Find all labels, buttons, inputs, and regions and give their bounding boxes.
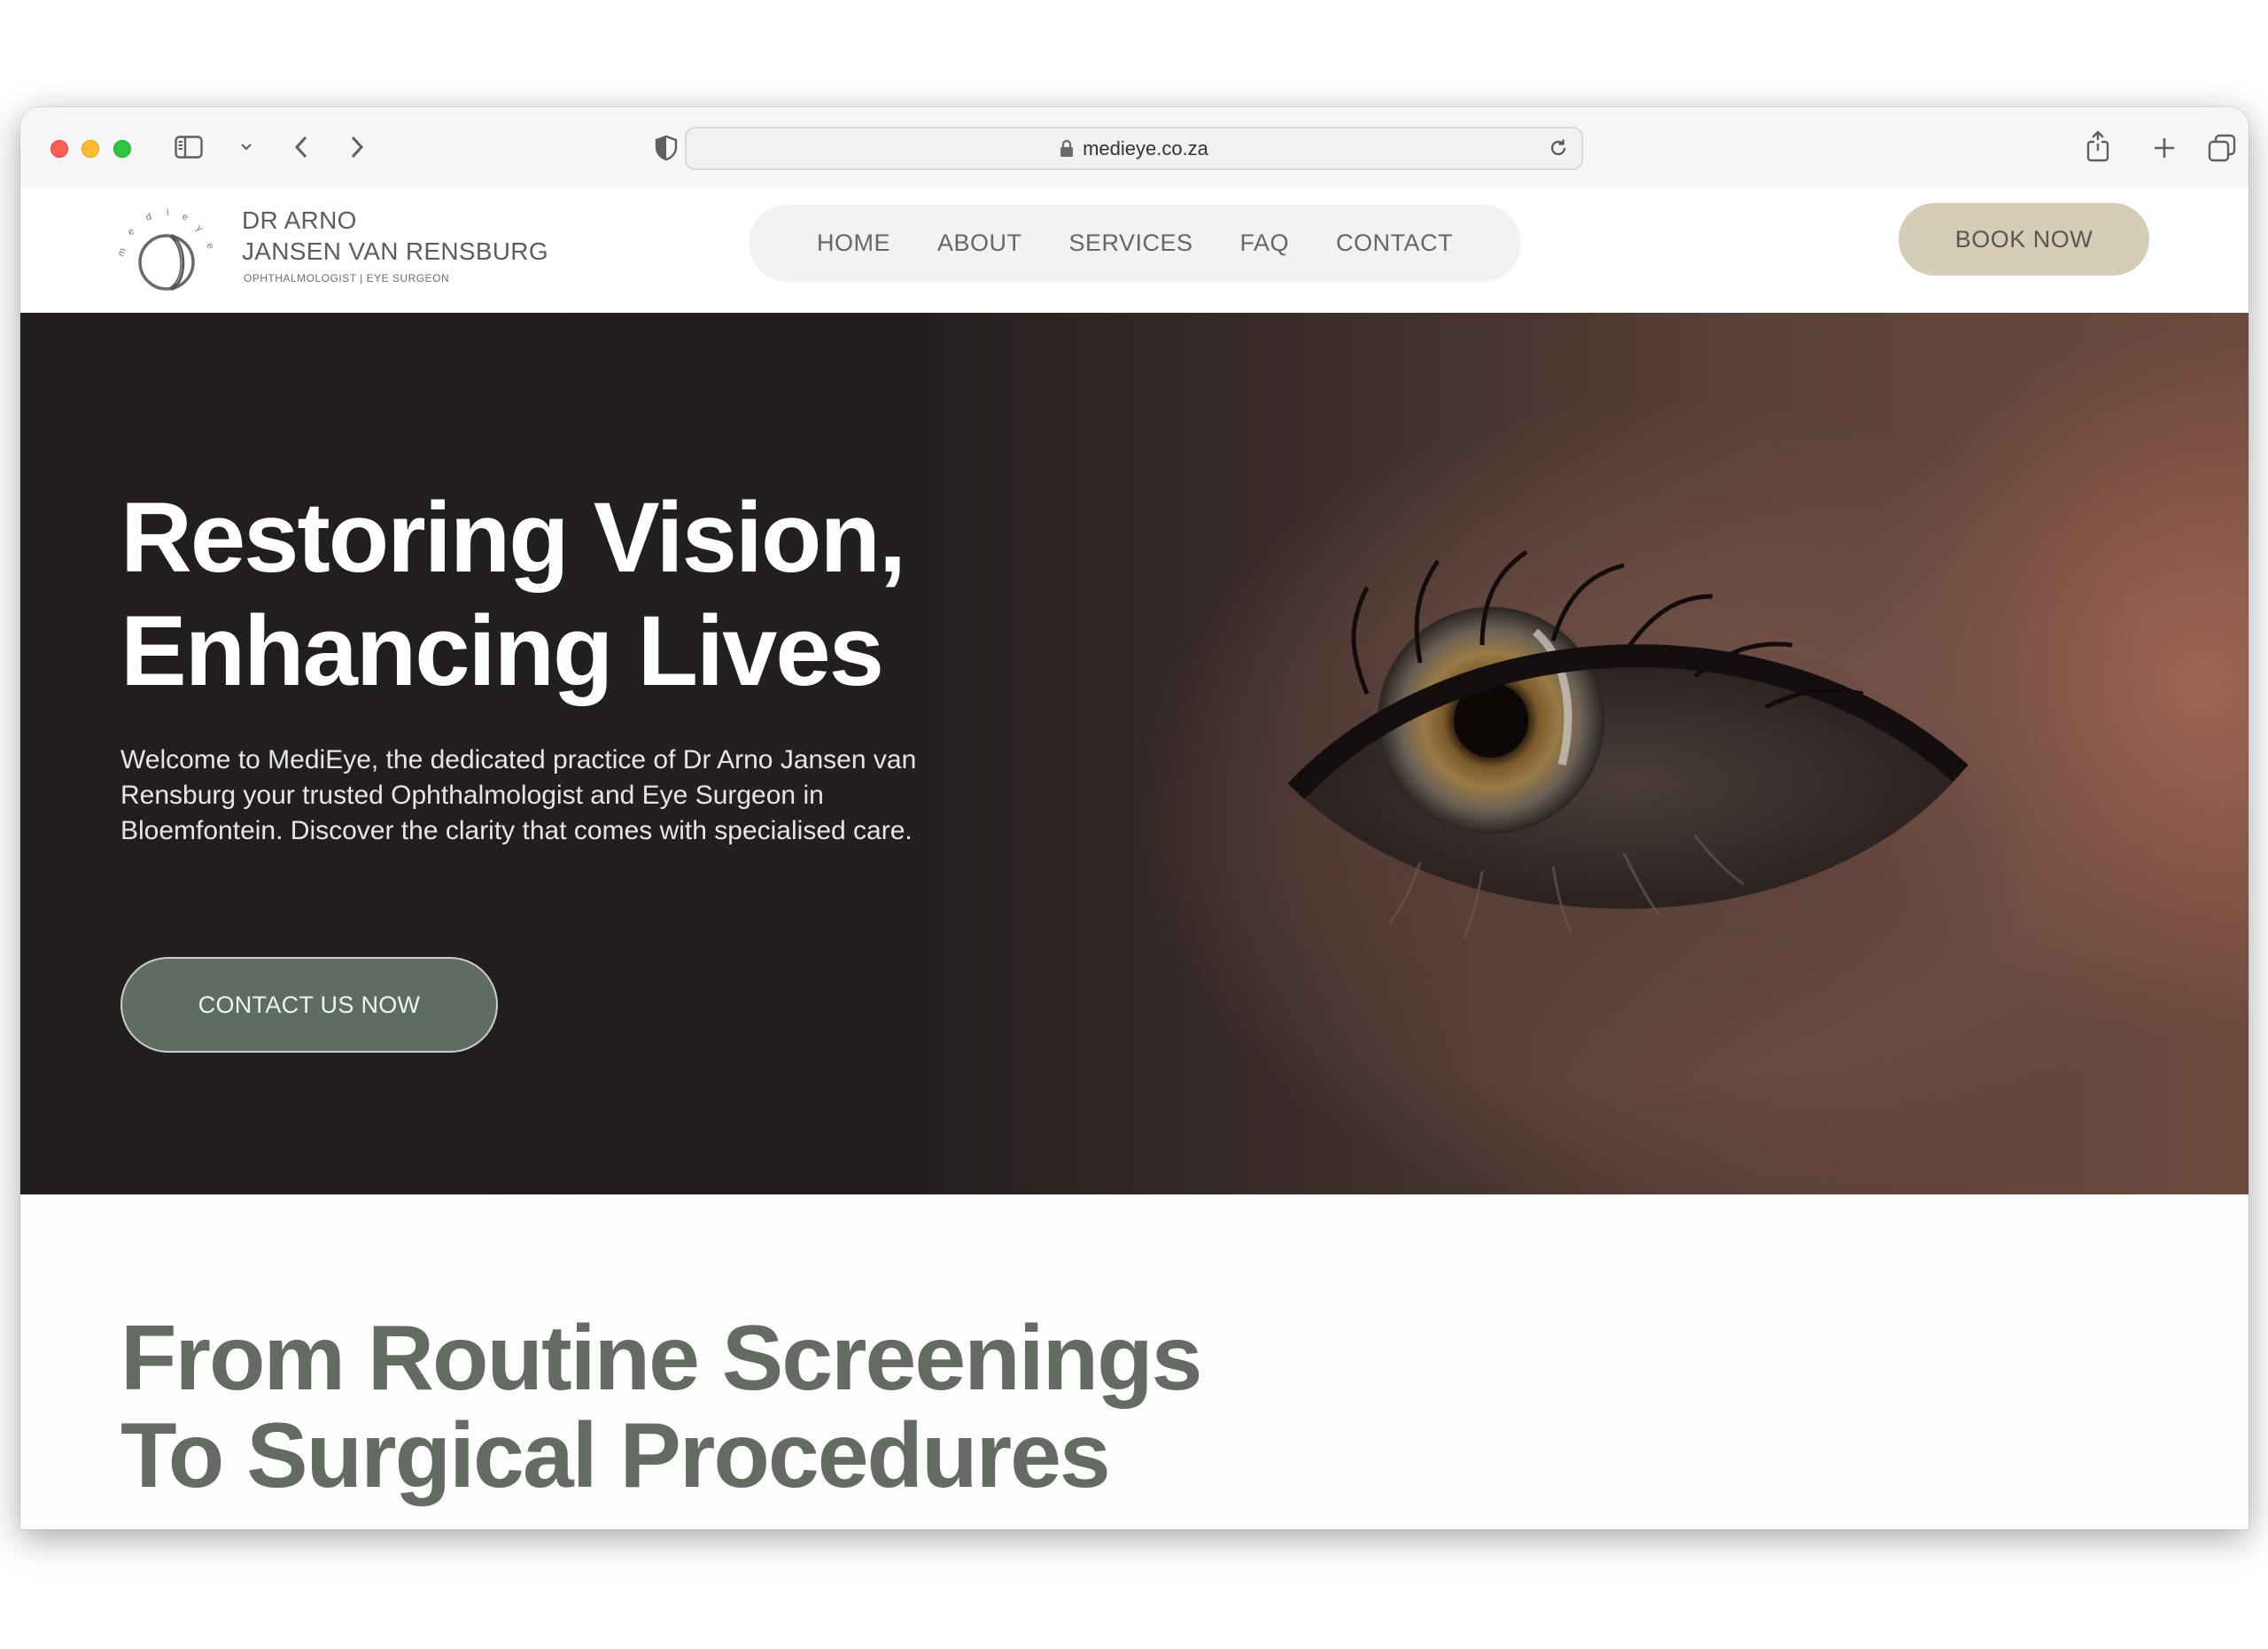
services-intro-title: From Routine Screenings To Surgical Proc…	[120, 1307, 1203, 1507]
shield-icon[interactable]	[653, 134, 680, 162]
site-header: m e d i e y e DR ARNO JANSEN VAN RENSBUR…	[20, 188, 2249, 313]
svg-text:i: i	[167, 207, 168, 218]
address-bar[interactable]: medieye.co.za	[685, 127, 1583, 170]
browser-toolbar: medieye.co.za	[20, 107, 2249, 188]
close-window-button[interactable]	[50, 140, 68, 158]
nav-about[interactable]: ABOUT	[937, 229, 1022, 257]
nav-services[interactable]: SERVICES	[1068, 229, 1192, 257]
tabs-overview-icon[interactable]	[2207, 133, 2237, 163]
book-now-button[interactable]: BOOK NOW	[1899, 203, 2149, 276]
hero-title: Restoring Vision, Enhancing Lives	[120, 481, 906, 708]
share-icon[interactable]	[2085, 128, 2111, 164]
chevron-down-icon[interactable]	[239, 141, 253, 153]
nav-faq[interactable]: FAQ	[1240, 229, 1290, 257]
back-icon[interactable]	[289, 134, 314, 160]
svg-text:y: y	[194, 223, 206, 235]
hero-title-line1: Restoring Vision,	[120, 482, 906, 593]
svg-text:e: e	[204, 242, 215, 251]
services-intro-title-line1: From Routine Screenings	[120, 1307, 1203, 1410]
nav-home[interactable]: HOME	[817, 229, 890, 257]
url-text: medieye.co.za	[1083, 136, 1208, 159]
logo-subtitle: OPHTHALMOLOGIST | EYE SURGEON	[244, 272, 450, 284]
new-tab-icon[interactable]	[2151, 135, 2178, 161]
nav-contact[interactable]: CONTACT	[1336, 229, 1453, 257]
svg-text:d: d	[144, 211, 153, 222]
hero-intro-text: Welcome to MediEye, the dedicated practi…	[120, 745, 917, 845]
hero-title-line2: Enhancing Lives	[120, 595, 884, 706]
main-nav: HOME ABOUT SERVICES FAQ CONTACT	[749, 205, 1521, 282]
hero-section: Restoring Vision, Enhancing Lives Welcom…	[20, 313, 2249, 1194]
logo-line1: DR ARNO	[242, 206, 357, 234]
services-intro-section: From Routine Screenings To Surgical Proc…	[20, 1194, 2249, 1529]
hero-eye-image	[1119, 549, 2040, 1084]
browser-window: medieye.co.za m e d i e y e DR ARNO JANS…	[20, 107, 2249, 1529]
minimize-window-button[interactable]	[82, 140, 99, 158]
medieye-logo-mark[interactable]: m e d i e y e	[116, 206, 220, 299]
logo-name[interactable]: DR ARNO JANSEN VAN RENSBURG	[242, 205, 548, 267]
svg-text:e: e	[181, 212, 190, 223]
reload-icon[interactable]	[1548, 137, 1569, 163]
logo-line2: JANSEN VAN RENSBURG	[242, 237, 548, 265]
svg-text:m: m	[118, 246, 128, 258]
services-intro-title-line2: To Surgical Procedures	[120, 1404, 1111, 1507]
contact-us-now-button[interactable]: CONTACT US NOW	[120, 957, 498, 1053]
lock-icon	[1060, 139, 1074, 158]
forward-icon[interactable]	[345, 134, 369, 160]
sidebar-icon[interactable]	[173, 134, 205, 160]
svg-text:e: e	[126, 226, 137, 237]
zoom-window-button[interactable]	[113, 140, 131, 158]
